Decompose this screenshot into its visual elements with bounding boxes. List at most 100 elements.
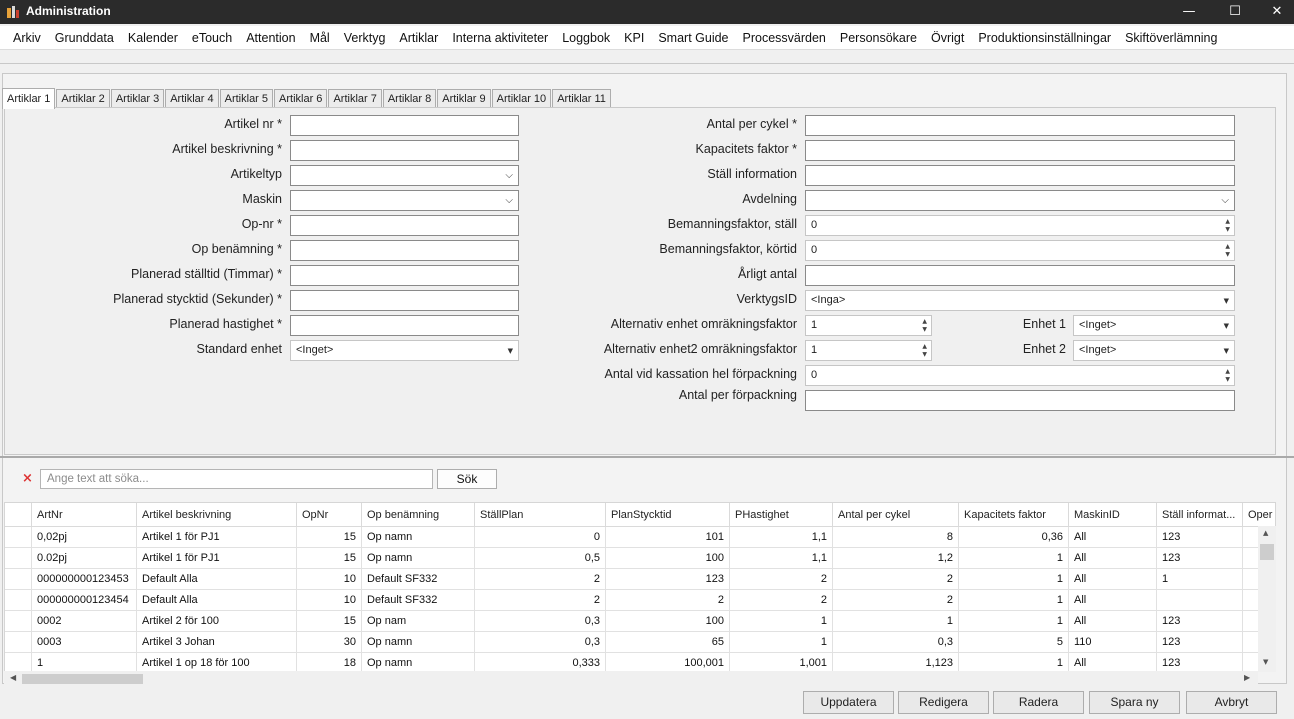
table-cell[interactable]: 2 [730,569,833,590]
table-cell[interactable]: 123 [1157,611,1243,632]
caret-down-icon[interactable]: ▼ [1225,226,1230,233]
alt-enhet2-omrakningsfaktor-stepper[interactable]: 1 ▲ ▼ [805,340,932,361]
menu-verktyg[interactable]: Verktyg [337,26,393,50]
table-cell[interactable]: 1 [730,611,833,632]
table-cell[interactable]: 0.02pj [32,548,137,569]
kapacitets-faktor-input[interactable] [805,140,1235,161]
table-cell[interactable]: 10 [297,569,362,590]
tab-artiklar-10[interactable]: Artiklar 10 [491,89,552,108]
tab-artiklar-3[interactable]: Artiklar 3 [110,89,165,108]
planerad-hastighet-input[interactable] [290,315,519,336]
menu-kalender[interactable]: Kalender [121,26,185,50]
table-cell[interactable]: 123 [1157,548,1243,569]
table-cell[interactable]: 8 [833,527,959,548]
table-cell[interactable]: 000000000123454 [32,590,137,611]
table-cell[interactable]: 1 [1157,569,1243,590]
table-cell[interactable]: 101 [606,527,730,548]
table-row[interactable]: 000000000123453 Default Alla 10 Default SF3… [5,569,1275,590]
scroll-down-icon[interactable]: ▼ [1263,658,1268,666]
table-cell[interactable]: 1 [959,611,1069,632]
menu-smart-guide[interactable]: Smart Guide [651,26,735,50]
column-header-oper[interactable]: Oper [1243,503,1275,527]
column-header-stall-information[interactable]: Ställ informat... [1157,503,1243,527]
table-cell[interactable]: Artikel 1 för PJ1 [137,548,297,569]
table-cell[interactable]: All [1069,590,1157,611]
table-cell[interactable]: 2 [475,569,606,590]
table-cell[interactable]: 123 [1157,632,1243,653]
column-header-stallplan[interactable]: StällPlan [475,503,606,527]
standard-enhet-select[interactable]: <Inget> ▼ [290,340,519,361]
maskin-select[interactable]: ⌵ [290,190,519,211]
menu-etouch[interactable]: eTouch [185,26,239,50]
table-cell[interactable]: 1 [959,569,1069,590]
table-cell[interactable]: 000000000123453 [32,569,137,590]
menu-interna-aktiviteter[interactable]: Interna aktiviteter [445,26,555,50]
menu-processvarden[interactable]: Processvärden [736,26,833,50]
table-cell[interactable]: 1,1 [730,527,833,548]
table-cell[interactable]: 1,123 [833,653,959,671]
table-cell[interactable]: 0,3 [833,632,959,653]
table-cell[interactable]: 2 [833,590,959,611]
caret-up-icon[interactable]: ▲ [922,318,927,325]
table-cell[interactable]: 123 [1157,527,1243,548]
menu-artiklar[interactable]: Artiklar [392,26,445,50]
bemanningsfaktor-kortid-stepper[interactable]: 0 ▲ ▼ [805,240,1235,261]
planerad-stycktid-input[interactable] [290,290,519,311]
maximize-button[interactable]: ☐ [1212,0,1258,24]
verktygsid-select[interactable]: <Inga> ▼ [805,290,1235,311]
table-cell[interactable]: 123 [606,569,730,590]
scroll-left-icon[interactable]: ◀ [10,673,16,682]
table-cell[interactable]: Op namn [362,527,475,548]
antal-per-cykel-input[interactable] [805,115,1235,136]
menu-grunddata[interactable]: Grunddata [48,26,121,50]
table-cell[interactable]: 0,3 [475,632,606,653]
caret-down-icon[interactable]: ▼ [1225,251,1230,258]
table-cell[interactable]: 1 [32,653,137,671]
table-cell[interactable]: All [1069,527,1157,548]
caret-up-icon[interactable]: ▲ [1225,218,1230,225]
enhet-1-select[interactable]: <Inget> ▼ [1073,315,1235,336]
tab-artiklar-2[interactable]: Artiklar 2 [56,89,110,108]
search-input[interactable] [40,469,433,489]
table-cell[interactable]: 0003 [32,632,137,653]
caret-up-icon[interactable]: ▲ [1225,243,1230,250]
horizontal-scroll-thumb[interactable] [22,674,143,684]
table-cell[interactable]: 2 [475,590,606,611]
redigera-button[interactable]: Redigera [898,691,989,714]
table-cell[interactable]: 100 [606,611,730,632]
antal-vid-kassation-stepper[interactable]: 0 ▲ ▼ [805,365,1235,386]
menu-kpi[interactable]: KPI [617,26,651,50]
spara-ny-button[interactable]: Spara ny [1089,691,1180,714]
table-cell[interactable]: Default Alla [137,569,297,590]
table-row[interactable]: 0.02pj Artikel 1 för PJ1 15 Op namn 0,5 100 1,… [5,548,1275,569]
table-cell[interactable]: Op namn [362,632,475,653]
op-nr-input[interactable] [290,215,519,236]
op-benamning-input[interactable] [290,240,519,261]
table-cell[interactable]: 65 [606,632,730,653]
table-cell[interactable]: 0,02pj [32,527,137,548]
tab-artiklar-9[interactable]: Artiklar 9 [437,89,491,108]
table-cell[interactable]: 15 [297,548,362,569]
table-cell[interactable]: Artikel 1 op 18 för 100 [137,653,297,671]
column-header-opnr[interactable]: OpNr [297,503,362,527]
menu-loggbok[interactable]: Loggbok [555,26,617,50]
menu-ovrigt[interactable]: Övrigt [924,26,971,50]
table-cell[interactable]: 30 [297,632,362,653]
table-cell[interactable]: 0,3 [475,611,606,632]
tab-artiklar-7[interactable]: Artiklar 7 [328,89,382,108]
table-cell[interactable]: 15 [297,527,362,548]
table-cell[interactable]: Op namn [362,548,475,569]
caret-up-icon[interactable]: ▲ [922,343,927,350]
table-cell[interactable]: 18 [297,653,362,671]
search-button[interactable]: Sök [437,469,497,489]
row-header[interactable] [5,611,32,632]
table-cell[interactable]: 5 [959,632,1069,653]
column-header-artikel-beskrivning[interactable]: Artikel beskrivning [137,503,297,527]
table-cell[interactable] [1157,590,1243,611]
table-cell[interactable]: Op namn [362,653,475,671]
table-row[interactable]: 0002 Artikel 2 för 100 15 Op nam 0,3 100 1 1 1 Al… [5,611,1275,632]
table-cell[interactable]: 0,36 [959,527,1069,548]
table-cell[interactable]: 2 [730,590,833,611]
tab-artiklar-6[interactable]: Artiklar 6 [274,89,328,108]
column-header-kapacitets-faktor[interactable]: Kapacitets faktor [959,503,1069,527]
